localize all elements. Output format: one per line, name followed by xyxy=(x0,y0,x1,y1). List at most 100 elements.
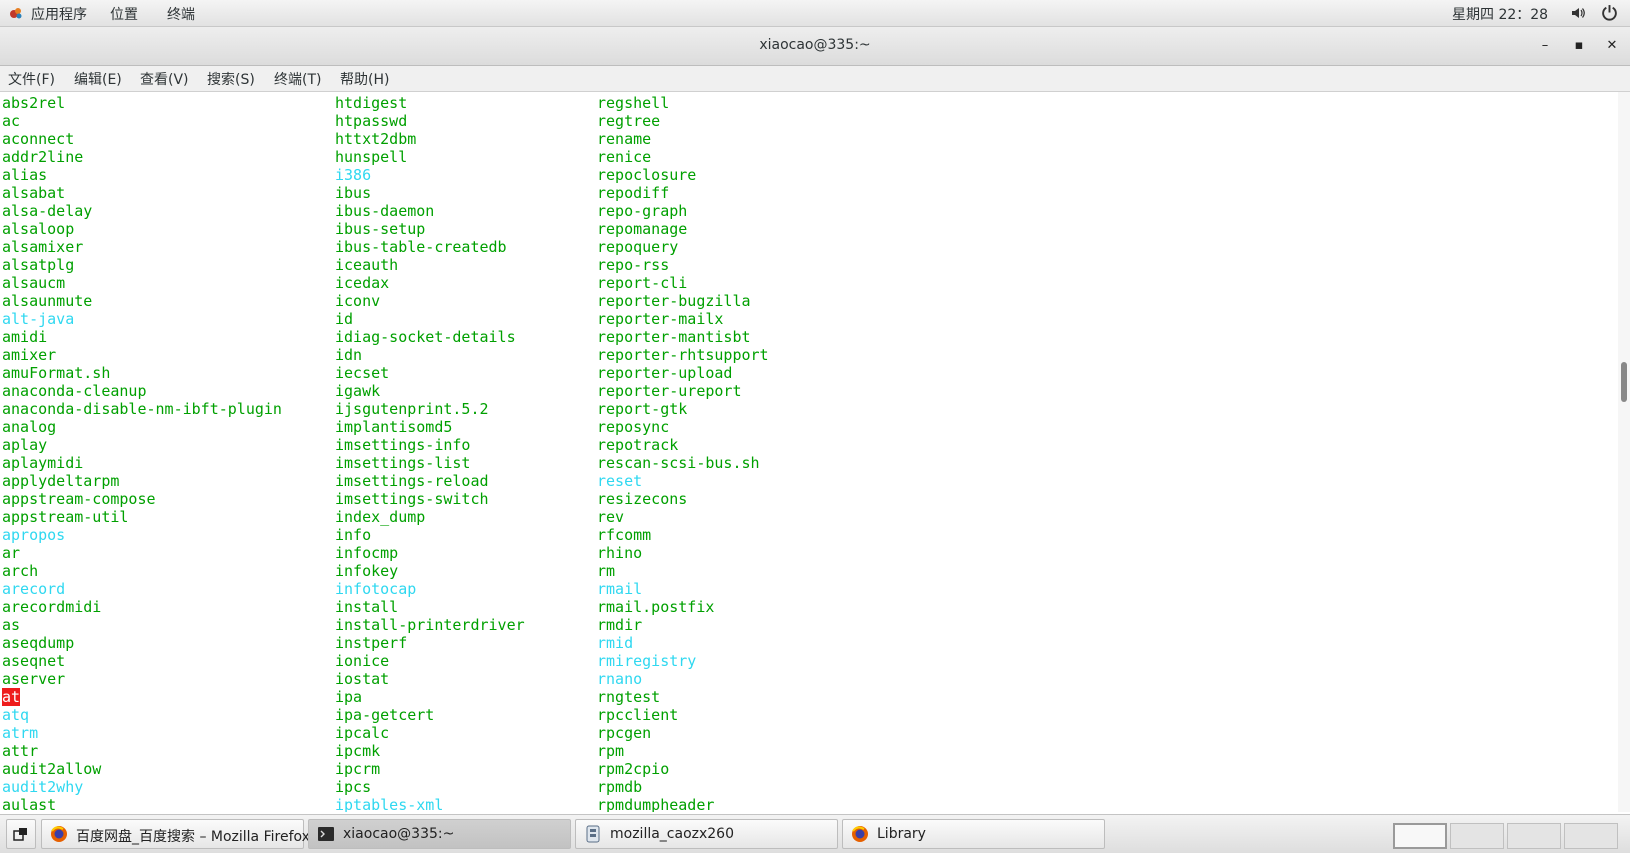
terminal-entry-text: httxt2dbm xyxy=(335,130,417,148)
terminal-entry-text: ar xyxy=(2,544,21,562)
terminal-entry: ipcmk xyxy=(335,742,525,760)
terminal-entry: rmid xyxy=(597,634,769,652)
volume-icon[interactable] xyxy=(1570,5,1586,25)
terminal-entry-text: iconv xyxy=(335,292,381,310)
terminal-entry-text: amidi xyxy=(2,328,48,346)
terminal-entry-text: rnano xyxy=(597,670,643,688)
workspace-4[interactable] xyxy=(1564,823,1618,849)
terminal-entry: audit2allow xyxy=(2,760,282,778)
taskbar-item-file-manager[interactable]: mozilla_caozx260 xyxy=(575,819,838,849)
terminal-entry-text: reporter-upload xyxy=(597,364,733,382)
close-button[interactable]: ✕ xyxy=(1602,36,1622,56)
workspace-2[interactable] xyxy=(1450,823,1504,849)
terminal-column-1: abs2rel ac aconnect addr2line alias alsabat al… xyxy=(2,94,282,812)
terminal-entry-text: iecset xyxy=(335,364,390,382)
terminal-entry-text: ibus-table-createdb xyxy=(335,238,507,256)
terminal-entry-text: rm xyxy=(597,562,616,580)
terminal-entry-text: alsaloop xyxy=(2,220,75,238)
terminal-entry-text: repo-rss xyxy=(597,256,670,274)
terminal-entry-text: resizecons xyxy=(597,490,688,508)
show-desktop-button[interactable] xyxy=(6,819,36,849)
terminal-entry-text: rename xyxy=(597,130,652,148)
terminal-entry: attr xyxy=(2,742,282,760)
terminal-entry: arecordmidi xyxy=(2,598,282,616)
taskbar-item-firefox-library[interactable]: Library xyxy=(842,819,1105,849)
terminal-entry-text: rmiregistry xyxy=(597,652,697,670)
terminal-entry: infocmp xyxy=(335,544,525,562)
terminal-entry: ibus-daemon xyxy=(335,202,525,220)
terminal-entry: reporter-ureport xyxy=(597,382,769,400)
window-titlebar[interactable]: xiaocao@335:~ – ▪ ✕ xyxy=(0,27,1630,66)
terminal-entry-text: imsettings-list xyxy=(335,454,471,472)
taskbar-item-firefox-baidu[interactable]: 百度网盘_百度搜索 – Mozilla Firefox xyxy=(41,819,310,849)
terminal-entry-text: ipa-getcert xyxy=(335,706,435,724)
terminal-entry: ac xyxy=(2,112,282,130)
terminal-entry: icedax xyxy=(335,274,525,292)
menu-terminal[interactable]: 终端(T) xyxy=(274,69,321,89)
terminal-entry: amixer xyxy=(2,346,282,364)
terminal-app-menu[interactable]: 终端 xyxy=(167,4,195,24)
bottom-panel: 百度网盘_百度搜索 – Mozilla Firefox xiaocao@335:… xyxy=(0,814,1630,853)
terminal-entry: atq xyxy=(2,706,282,724)
workspace-3[interactable] xyxy=(1507,823,1561,849)
terminal-entry: alt-java xyxy=(2,310,282,328)
top-panel: 应用程序 位置 终端 星期四 22：28 xyxy=(0,0,1630,27)
terminal-entry-text: iostat xyxy=(335,670,390,688)
terminal-entry: ibus xyxy=(335,184,525,202)
terminal-entry: idiag-socket-details xyxy=(335,328,525,346)
menu-search[interactable]: 搜索(S) xyxy=(207,69,255,89)
workspace-1[interactable] xyxy=(1393,823,1447,849)
terminal-entry-text: reset xyxy=(597,472,643,490)
minimize-button[interactable]: – xyxy=(1535,36,1555,56)
maximize-button[interactable]: ▪ xyxy=(1569,36,1589,56)
terminal-entry: imsettings-list xyxy=(335,454,525,472)
terminal-entry-text: atq xyxy=(2,706,30,724)
terminal-entry: ipa-getcert xyxy=(335,706,525,724)
terminal-entry: rmail xyxy=(597,580,769,598)
applications-menu[interactable]: 应用程序 xyxy=(31,4,87,24)
menu-edit[interactable]: 编辑(E) xyxy=(74,69,122,89)
terminal-entry-text: arecord xyxy=(2,580,66,598)
terminal-entry-text: alsabat xyxy=(2,184,66,202)
clock[interactable]: 星期四 22：28 xyxy=(1452,4,1548,24)
terminal-entry: imsettings-switch xyxy=(335,490,525,508)
terminal-entry: audit2why xyxy=(2,778,282,796)
terminal-scrollbar[interactable] xyxy=(1618,92,1630,812)
terminal-entry-text: rfcomm xyxy=(597,526,652,544)
terminal-entry: anaconda-disable-nm-ibft-plugin xyxy=(2,400,282,418)
menu-file[interactable]: 文件(F) xyxy=(8,69,55,89)
terminal-column-3: regshell regtree rename renice repoclosure re… xyxy=(597,94,769,812)
terminal-entry-text: attr xyxy=(2,742,39,760)
terminal-entry-text: reporter-ureport xyxy=(597,382,742,400)
terminal-output[interactable]: abs2rel ac aconnect addr2line alias alsabat al… xyxy=(0,92,1618,812)
terminal-column-2: htdigest htpasswd httxt2dbm hunspell i386 ibu… xyxy=(335,94,525,812)
power-icon[interactable] xyxy=(1601,4,1618,25)
applications-icon[interactable] xyxy=(8,5,24,25)
terminal-entry: rmdir xyxy=(597,616,769,634)
menu-view[interactable]: 查看(V) xyxy=(140,69,189,89)
terminal-entry: rhino xyxy=(597,544,769,562)
menu-help[interactable]: 帮助(H) xyxy=(340,69,389,89)
terminal-entry-text: reposync xyxy=(597,418,670,436)
firefox-icon xyxy=(851,825,869,843)
terminal-entry: rescan-scsi-bus.sh xyxy=(597,454,769,472)
terminal-entry: iptables-xml xyxy=(335,796,525,812)
terminal-entry: iostat xyxy=(335,670,525,688)
terminal-entry-text: alsamixer xyxy=(2,238,84,256)
scrollbar-thumb[interactable] xyxy=(1621,362,1627,402)
terminal-entry: reporter-upload xyxy=(597,364,769,382)
terminal-entry: ibus-setup xyxy=(335,220,525,238)
terminal-entry-text: audit2allow xyxy=(2,760,102,778)
terminal-entry: rfcomm xyxy=(597,526,769,544)
taskbar-item-terminal[interactable]: xiaocao@335:~ xyxy=(308,819,571,849)
terminal-entry: id xyxy=(335,310,525,328)
terminal-entry: htpasswd xyxy=(335,112,525,130)
terminal-entry-text: ibus-daemon xyxy=(335,202,435,220)
terminal-entry: i386 xyxy=(335,166,525,184)
terminal-entry: repotrack xyxy=(597,436,769,454)
terminal-entry-text: rhino xyxy=(597,544,643,562)
places-menu[interactable]: 位置 xyxy=(110,4,138,24)
terminal-entry-text: repotrack xyxy=(597,436,679,454)
terminal-entry: imsettings-reload xyxy=(335,472,525,490)
terminal-entry: appstream-util xyxy=(2,508,282,526)
